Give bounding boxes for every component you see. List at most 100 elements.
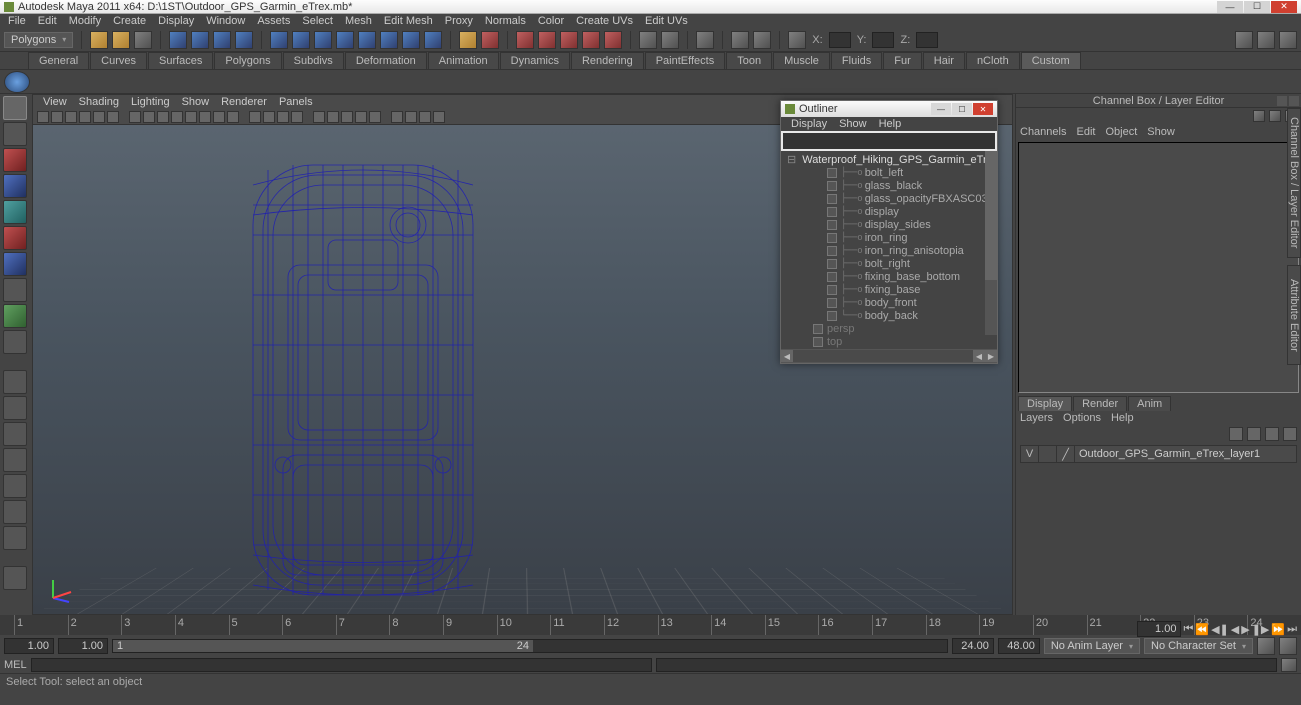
step-back-button[interactable]: ◀❚ xyxy=(1211,623,1229,636)
outliner-window[interactable]: Outliner — ☐ ✕ Display Show Help ⊟ Water… xyxy=(780,100,998,364)
x-input[interactable] xyxy=(829,32,851,48)
vp-icon[interactable] xyxy=(433,111,445,123)
tree-item[interactable]: ├──odisplay_sides xyxy=(783,218,995,231)
rp-close-icon[interactable] xyxy=(1289,96,1299,106)
menu-create[interactable]: Create xyxy=(107,15,152,27)
time-tick[interactable]: 20 xyxy=(1033,615,1087,635)
paint-select-tool[interactable] xyxy=(3,148,27,172)
outliner-hscroll[interactable]: ◀ ◀ ▶ xyxy=(781,349,997,363)
tool-settings-icon[interactable] xyxy=(1257,31,1275,49)
attr-editor-icon[interactable] xyxy=(1235,31,1253,49)
tree-item[interactable]: ├──ofixing_base_bottom xyxy=(783,270,995,283)
time-tick[interactable]: 7 xyxy=(336,615,390,635)
two-pane-icon[interactable] xyxy=(3,422,27,446)
close-button[interactable]: ✕ xyxy=(1271,1,1297,13)
tree-item[interactable]: ├──obolt_left xyxy=(783,166,995,179)
end-frame-input[interactable] xyxy=(998,638,1040,654)
snap-other-icon[interactable] xyxy=(402,31,420,49)
vp-icon[interactable] xyxy=(171,111,183,123)
open-scene-icon[interactable] xyxy=(112,31,130,49)
vp-icon[interactable] xyxy=(419,111,431,123)
vp-menu-shading[interactable]: Shading xyxy=(73,96,125,108)
menu-mesh[interactable]: Mesh xyxy=(339,15,378,27)
time-tick[interactable]: 18 xyxy=(926,615,980,635)
vp-icon[interactable] xyxy=(37,111,49,123)
shelf-tab-general[interactable]: General xyxy=(28,52,89,69)
end-range-input[interactable] xyxy=(952,638,994,654)
tree-item[interactable]: ├──odisplay xyxy=(783,205,995,218)
cb-menu-show[interactable]: Show xyxy=(1147,126,1175,138)
time-tick[interactable]: 4 xyxy=(175,615,229,635)
vp-icon[interactable] xyxy=(405,111,417,123)
ipr-render-icon[interactable] xyxy=(481,31,499,49)
render-settings-icon[interactable] xyxy=(516,31,534,49)
history-icon[interactable] xyxy=(424,31,442,49)
menu-edit[interactable]: Edit xyxy=(32,15,63,27)
outliner-search-input[interactable] xyxy=(783,133,995,149)
time-tick[interactable]: 14 xyxy=(711,615,765,635)
vp-icon[interactable] xyxy=(355,111,367,123)
tree-item[interactable]: ├──oglass_opacityFBXASC032 xyxy=(783,192,995,205)
render-view-icon[interactable] xyxy=(538,31,556,49)
menu-normals[interactable]: Normals xyxy=(479,15,532,27)
menu-editmesh[interactable]: Edit Mesh xyxy=(378,15,439,27)
layer-menu-options[interactable]: Options xyxy=(1063,412,1101,424)
anim-layer-dropdown[interactable]: No Anim Layer xyxy=(1044,638,1140,654)
time-tick[interactable]: 11 xyxy=(550,615,604,635)
move-tool[interactable] xyxy=(3,174,27,198)
layer-visibility[interactable]: V xyxy=(1021,446,1039,462)
shelf-tab-dynamics[interactable]: Dynamics xyxy=(500,52,570,69)
shelf-tab-curves[interactable]: Curves xyxy=(90,52,147,69)
time-tick[interactable]: 8 xyxy=(389,615,443,635)
menu-file[interactable]: File xyxy=(2,15,32,27)
vp-icon[interactable] xyxy=(369,111,381,123)
layer-icon[interactable] xyxy=(1229,427,1243,441)
universal-manip-tool[interactable] xyxy=(3,252,27,276)
shelf-tab-fluids[interactable]: Fluids xyxy=(831,52,882,69)
lasso-tool[interactable] xyxy=(3,122,27,146)
vp-menu-lighting[interactable]: Lighting xyxy=(125,96,176,108)
shelf-tab-rendering[interactable]: Rendering xyxy=(571,52,644,69)
rp-min-icon[interactable] xyxy=(1277,96,1287,106)
side-tab-attribute-editor[interactable]: Attribute Editor xyxy=(1287,265,1301,365)
layer-icon[interactable] xyxy=(1247,427,1261,441)
batch-render-icon[interactable] xyxy=(604,31,622,49)
time-tick[interactable]: 3 xyxy=(121,615,175,635)
start-frame-input[interactable] xyxy=(4,638,54,654)
shelf-tab-toon[interactable]: Toon xyxy=(726,52,772,69)
vp-icon[interactable] xyxy=(391,111,403,123)
time-tick[interactable]: 17 xyxy=(872,615,926,635)
construction-icon[interactable] xyxy=(639,31,657,49)
menu-window[interactable]: Window xyxy=(200,15,251,27)
light-icon[interactable] xyxy=(582,31,600,49)
time-tick[interactable]: 15 xyxy=(765,615,819,635)
vp-icon[interactable] xyxy=(143,111,155,123)
cb-menu-edit[interactable]: Edit xyxy=(1076,126,1095,138)
single-pane-icon[interactable] xyxy=(3,370,27,394)
vp-icon[interactable] xyxy=(93,111,105,123)
snap-live-icon[interactable] xyxy=(358,31,376,49)
layer-icon[interactable] xyxy=(1265,427,1279,441)
time-ruler[interactable]: 123456789101112131415161718192021222324 xyxy=(0,615,1301,635)
vp-icon[interactable] xyxy=(185,111,197,123)
layer-menu-layers[interactable]: Layers xyxy=(1020,412,1053,424)
key-icon[interactable] xyxy=(1279,637,1297,655)
snap-point-icon[interactable] xyxy=(314,31,332,49)
layer-color[interactable]: ╱ xyxy=(1057,446,1075,462)
new-scene-icon[interactable] xyxy=(90,31,108,49)
vp-icon[interactable] xyxy=(51,111,63,123)
snap-grid-icon[interactable] xyxy=(270,31,288,49)
scale-tool[interactable] xyxy=(3,226,27,250)
vp-icon[interactable] xyxy=(227,111,239,123)
outliner-menu-show[interactable]: Show xyxy=(833,118,873,130)
menu-display[interactable]: Display xyxy=(152,15,200,27)
shelf-tab-fur[interactable]: Fur xyxy=(883,52,922,69)
time-tick[interactable]: 5 xyxy=(229,615,283,635)
outliner-tree[interactable]: ⊟ Waterproof_Hiking_GPS_Garmin_eTrex ├──… xyxy=(781,151,997,349)
shelf-custom-icon[interactable] xyxy=(4,71,30,93)
select-object-icon[interactable] xyxy=(235,31,253,49)
time-tick[interactable]: 13 xyxy=(658,615,712,635)
step-back-key-button[interactable]: ⏪ xyxy=(1195,623,1209,636)
outliner-close-button[interactable]: ✕ xyxy=(973,103,993,115)
tree-item-camera[interactable]: persp xyxy=(783,322,995,335)
